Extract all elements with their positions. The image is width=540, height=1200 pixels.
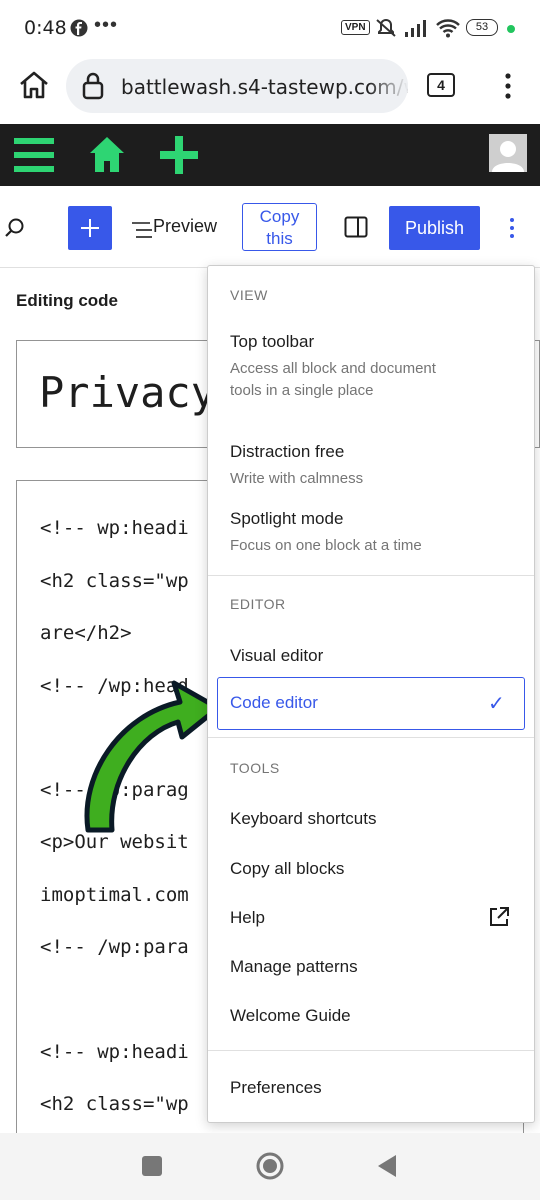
menu-item-visual-editor[interactable]: Visual editor	[230, 646, 323, 666]
facebook-icon	[70, 19, 88, 37]
menu-item-distraction-free[interactable]: Distraction free	[230, 442, 344, 462]
tools-heading: TOOLS	[230, 760, 280, 776]
menu-item-manage-patterns[interactable]: Manage patterns	[230, 957, 358, 977]
options-menu-icon[interactable]	[506, 216, 518, 240]
status-dot	[507, 25, 515, 33]
home-icon[interactable]	[89, 135, 125, 173]
address-bar[interactable]: battlewash.s4-tastewp.com/wp	[66, 59, 408, 113]
code-line: <!-- /wp:para	[40, 936, 189, 958]
preview-button[interactable]: Preview	[153, 216, 217, 237]
distraction-free-desc: Write with calmness	[230, 470, 364, 487]
external-link-icon	[490, 907, 509, 926]
wifi-icon	[436, 19, 460, 38]
menu-item-spotlight-mode[interactable]: Spotlight mode	[230, 509, 343, 529]
publish-button[interactable]: Publish	[389, 206, 480, 250]
status-more: •••	[94, 14, 119, 36]
code-line: <h2 class="wp	[40, 1093, 189, 1115]
code-line: <h2 class="wp	[40, 570, 189, 592]
browser-bar: battlewash.s4-tastewp.com/wp 4	[0, 58, 540, 124]
annotation-arrow	[84, 680, 221, 833]
divider	[208, 575, 534, 576]
divider	[208, 1050, 534, 1051]
back-icon[interactable]	[376, 1153, 398, 1179]
code-line: are</h2>	[40, 622, 132, 644]
code-editor-label: Code editor	[230, 693, 318, 712]
menu-item-copy-all-blocks[interactable]: Copy all blocks	[230, 859, 344, 879]
home-icon[interactable]	[18, 70, 50, 100]
menu-item-keyboard-shortcuts[interactable]: Keyboard shortcuts	[230, 809, 376, 829]
view-heading: VIEW	[230, 287, 268, 303]
tab-count-button[interactable]: 4	[427, 73, 455, 97]
menu-item-top-toolbar[interactable]: Top toolbar	[230, 332, 314, 352]
divider	[208, 737, 534, 738]
wp-admin-bar	[0, 124, 540, 186]
code-line: <!-- wp:headi	[40, 517, 189, 539]
code-line: <!-- wp:headi	[40, 1041, 189, 1063]
add-new-icon[interactable]	[160, 136, 198, 174]
menu-icon[interactable]	[14, 138, 54, 172]
settings-sidebar-icon[interactable]	[344, 216, 368, 238]
spotlight-desc: Focus on one block at a time	[230, 537, 422, 554]
status-bar: 0:48 ••• VPN 53	[0, 0, 540, 58]
home-nav-icon[interactable]	[255, 1151, 285, 1181]
menu-item-help[interactable]: Help	[230, 908, 265, 928]
copy-this-button[interactable]: Copy this	[242, 203, 317, 251]
options-dropdown: VIEW Top toolbar Access all block and do…	[207, 265, 535, 1123]
mute-icon	[376, 18, 396, 37]
search-icon[interactable]	[4, 217, 26, 239]
editor-heading: EDITOR	[230, 596, 286, 612]
copy-label-line2: this	[266, 229, 293, 248]
url-fade	[368, 59, 408, 113]
code-line: imoptimal.com	[40, 884, 189, 906]
system-nav-bar	[0, 1133, 540, 1200]
url-text[interactable]: battlewash.s4-tastewp.com/wp	[121, 75, 408, 99]
menu-item-preferences[interactable]: Preferences	[230, 1078, 322, 1098]
copy-label-line1: Copy	[259, 207, 300, 226]
plus-icon	[81, 219, 99, 237]
battery-indicator: 53	[466, 19, 498, 36]
user-icon	[492, 141, 524, 172]
recents-icon[interactable]	[141, 1155, 163, 1177]
editing-code-label: Editing code	[16, 291, 118, 310]
title-text: Privacy	[39, 368, 217, 417]
signal-icon	[405, 20, 426, 37]
vpn-badge: VPN	[341, 20, 370, 35]
add-block-button[interactable]	[68, 206, 112, 250]
top-toolbar-desc: Access all block and document tools in a…	[230, 360, 436, 399]
menu-item-welcome-guide[interactable]: Welcome Guide	[230, 1006, 351, 1026]
browser-menu-icon[interactable]	[498, 72, 518, 100]
editor-toolbar: Preview Copy this Publish	[0, 186, 540, 268]
check-icon: ✓	[488, 693, 505, 715]
avatar[interactable]	[489, 134, 527, 172]
menu-item-code-editor[interactable]: Code editor ✓	[217, 677, 525, 730]
lock-icon[interactable]	[82, 72, 104, 100]
status-time: 0:48	[24, 17, 67, 39]
